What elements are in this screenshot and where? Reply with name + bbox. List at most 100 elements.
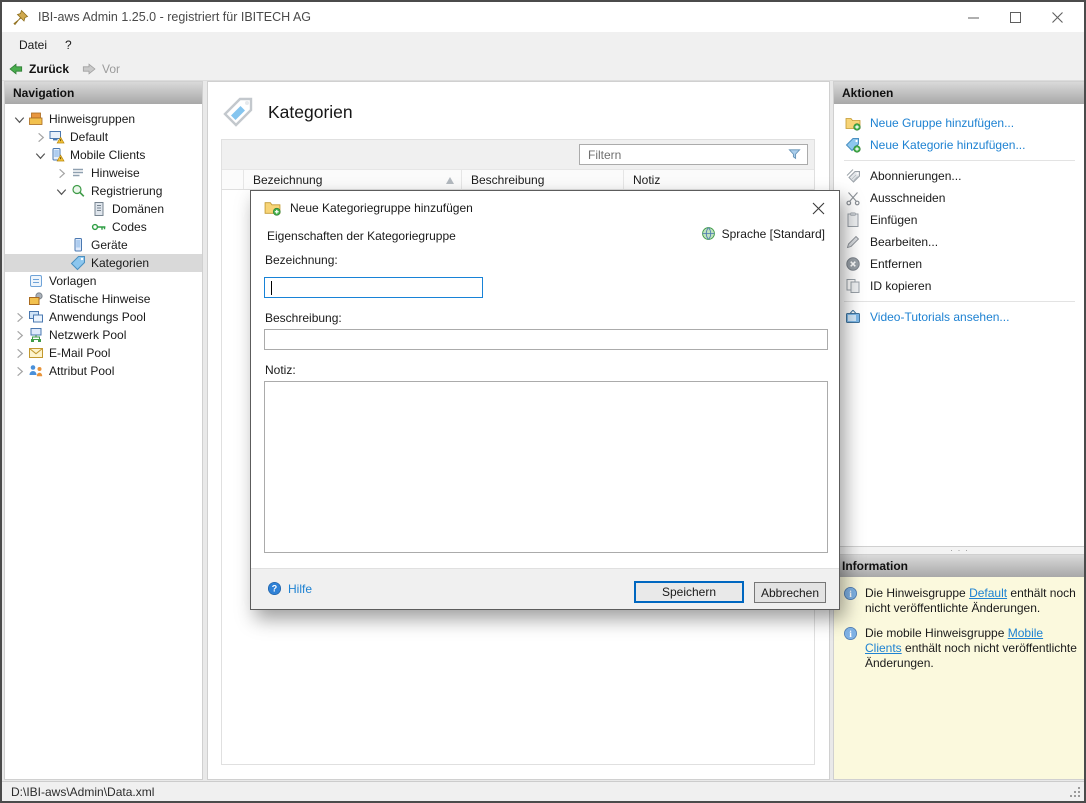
beschreibung-field[interactable] — [264, 329, 828, 350]
column-icon[interactable] — [222, 170, 244, 189]
chevron-collapsed-icon[interactable] — [12, 328, 27, 343]
action-abonnierungen[interactable]: Abonnierungen... — [834, 165, 1084, 187]
save-button[interactable]: Speichern — [634, 581, 744, 603]
minimize-button[interactable] — [952, 2, 994, 32]
tree-item-hinweise[interactable]: Hinweise — [5, 164, 202, 182]
column-notiz[interactable]: Notiz — [624, 170, 814, 189]
action-neue-kategorie-hinzufügen[interactable]: Neue Kategorie hinzufügen... — [834, 134, 1084, 156]
tree-item-anwendungs-pool[interactable]: Anwendungs Pool — [5, 308, 202, 326]
add-category-group-dialog: Neue Kategoriegruppe hinzufügen Eigensch… — [250, 190, 840, 610]
dialog-section-label: Eigenschaften der Kategoriegruppe — [267, 229, 456, 243]
navigation-header: Navigation — [5, 82, 202, 104]
tree-item-statische-hinweise[interactable]: Statische Hinweise — [5, 290, 202, 308]
chevron-collapsed-icon[interactable] — [33, 130, 48, 145]
information-header: Information — [834, 555, 1084, 577]
chevron-collapsed-icon[interactable] — [12, 346, 27, 361]
tree-item-codes[interactable]: Codes — [5, 218, 202, 236]
folder-add-icon — [264, 199, 281, 216]
navigation-tree: Hinweisgruppen Default Mobile Clients Hinwe… — [5, 104, 202, 380]
tree-item-hinweisgruppen[interactable]: Hinweisgruppen — [5, 110, 202, 128]
menu-item-datei[interactable]: Datei — [10, 32, 56, 57]
panel-splitter[interactable] — [833, 547, 1084, 554]
chevron-expanded-icon[interactable] — [33, 148, 48, 163]
back-button[interactable]: Zurück — [8, 62, 69, 76]
copy-icon — [845, 278, 861, 294]
tree-item-domänen[interactable]: Domänen — [5, 200, 202, 218]
information-link[interactable]: Default — [969, 586, 1007, 600]
actions-separator — [844, 160, 1075, 161]
action-bearbeiten[interactable]: Bearbeiten... — [834, 231, 1084, 253]
dialog-close-icon[interactable] — [808, 199, 828, 217]
help-link[interactable]: ? Hilfe — [267, 581, 312, 596]
notiz-label: Notiz: — [265, 363, 296, 377]
resize-grip-icon[interactable] — [1070, 787, 1081, 798]
column-beschreibung[interactable]: Beschreibung — [462, 170, 624, 189]
tree-item-geräte[interactable]: Geräte — [5, 236, 202, 254]
tree-item-label: E-Mail Pool — [49, 346, 111, 360]
beschreibung-label: Beschreibung: — [265, 311, 342, 325]
tree-item-label: Vorlagen — [49, 274, 97, 288]
tag-add-icon — [845, 137, 861, 153]
action-neue-gruppe-hinzufügen[interactable]: Neue Gruppe hinzufügen... — [834, 112, 1084, 134]
chevron-collapsed-icon[interactable] — [54, 166, 69, 181]
tree-item-default[interactable]: Default — [5, 128, 202, 146]
cancel-button[interactable]: Abbrechen — [754, 582, 826, 603]
window-title: IBI-aws Admin 1.25.0 - registriert für I… — [38, 10, 312, 24]
menu-bar: Datei? — [2, 32, 1084, 57]
tree-item-label: Codes — [112, 220, 147, 234]
information-panel: Information i Die Hinweisgruppe Default e… — [833, 554, 1084, 780]
information-list: i Die Hinweisgruppe Default enthält noch … — [834, 577, 1084, 672]
notice-groups-icon — [28, 111, 44, 127]
tree-item-label: Anwendungs Pool — [49, 310, 146, 324]
chevron-collapsed-icon[interactable] — [12, 310, 27, 325]
dialog-titlebar: Neue Kategoriegruppe hinzufügen — [251, 191, 839, 224]
action-label: Bearbeiten... — [870, 235, 939, 249]
column-bezeichnung[interactable]: Bezeichnung — [244, 170, 462, 189]
forward-arrow-icon — [81, 62, 97, 76]
tree-item-label: Hinweisgruppen — [49, 112, 136, 126]
chevron-expanded-icon[interactable] — [12, 112, 27, 127]
close-button[interactable] — [1036, 2, 1078, 32]
action-entfernen[interactable]: Entfernen — [834, 253, 1084, 275]
notiz-field[interactable] — [264, 381, 828, 553]
mobile-warning-icon — [49, 147, 65, 163]
filter-funnel-icon[interactable] — [787, 147, 802, 162]
language-selector[interactable]: Sprache [Standard] — [701, 226, 825, 241]
action-ausschneiden[interactable]: Ausschneiden — [834, 187, 1084, 209]
action-label: Neue Gruppe hinzufügen... — [870, 116, 1015, 130]
action-id-kopieren[interactable]: ID kopieren — [834, 275, 1084, 297]
tree-item-label: Mobile Clients — [70, 148, 146, 162]
action-einfügen[interactable]: Einfügen — [834, 209, 1084, 231]
mail-pool-icon — [28, 345, 44, 361]
tree-item-netzwerk-pool[interactable]: Netzwerk Pool — [5, 326, 202, 344]
app-icon — [12, 9, 29, 26]
status-bar: D:\IBI-aws\Admin\Data.xml — [2, 781, 1084, 801]
language-label: Sprache [Standard] — [721, 226, 825, 241]
page-title: Kategorien — [268, 101, 353, 122]
static-hints-icon — [28, 291, 44, 307]
chevron-collapsed-icon[interactable] — [12, 364, 27, 379]
tree-item-attribut-pool[interactable]: Attribut Pool — [5, 362, 202, 380]
app-window: IBI-aws Admin 1.25.0 - registriert für I… — [0, 0, 1086, 803]
menu-item-[interactable]: ? — [56, 32, 81, 57]
chevron-expanded-icon[interactable] — [54, 184, 69, 199]
hints-icon — [70, 165, 86, 181]
tree-item-registrierung[interactable]: Registrierung — [5, 182, 202, 200]
action-video-tutorials-ansehen[interactable]: Video-Tutorials ansehen... — [834, 306, 1084, 328]
navigation-panel: Navigation Hinweisgruppen Default Mobile C… — [4, 81, 203, 780]
back-label: Zurück — [29, 61, 70, 76]
globe-icon — [701, 226, 716, 241]
filter-input[interactable] — [579, 144, 808, 165]
tree-item-kategorien[interactable]: Kategorien — [5, 254, 202, 272]
forward-button[interactable]: Vor — [81, 62, 120, 76]
actions-list: Neue Gruppe hinzufügen... Neue Kategorie … — [834, 104, 1084, 328]
maximize-button[interactable] — [994, 2, 1036, 32]
bezeichnung-field[interactable] — [264, 277, 483, 298]
tree-item-e-mail-pool[interactable]: E-Mail Pool — [5, 344, 202, 362]
tree-item-mobile-clients[interactable]: Mobile Clients — [5, 146, 202, 164]
tree-item-vorlagen[interactable]: Vorlagen — [5, 272, 202, 290]
